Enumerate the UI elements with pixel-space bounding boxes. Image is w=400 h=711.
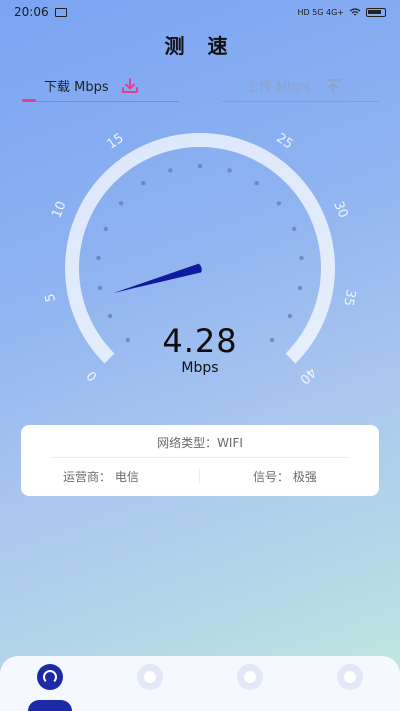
gauge-needle	[113, 263, 202, 293]
gauge-tick-dot	[97, 285, 103, 291]
gauge-needle-pointer	[113, 263, 202, 293]
nav-active-indicator	[28, 700, 72, 711]
page-title: 测 速	[164, 34, 236, 58]
gauge-tick-label: 5	[43, 292, 59, 303]
gauge-tick-dot	[299, 255, 304, 261]
gauge-tick-dot	[141, 180, 146, 186]
gauge-tick-label: 25	[273, 131, 295, 153]
tab-indicator	[22, 99, 36, 102]
gauge-tick-dot	[107, 313, 113, 319]
upload-icon	[324, 78, 341, 94]
info-vertical-divider	[199, 469, 200, 483]
gauge-tick-dot	[103, 226, 108, 232]
gauge-tick-label: 35	[340, 288, 358, 307]
status-left: 20:06	[14, 5, 67, 19]
status-time: 20:06	[14, 5, 49, 19]
mail-icon	[54, 7, 67, 17]
tab-download[interactable]: 下载 Mbps	[22, 70, 179, 102]
speed-unit: Mbps	[181, 360, 219, 376]
nav-profile[interactable]	[337, 664, 363, 690]
gauge-tick-dot	[168, 168, 173, 173]
tab-upload[interactable]: 上传 Mbps	[222, 70, 379, 102]
speed-value: 4.28	[162, 322, 238, 360]
signal-info: 信号： 极强	[253, 470, 317, 484]
network-indicators: HD 5G 4G+	[297, 7, 344, 17]
gauge-tick-dot	[276, 201, 282, 206]
gauge-tick-label: 30	[330, 199, 350, 220]
download-icon	[121, 77, 138, 93]
gauge-tick-dot	[197, 163, 203, 169]
gauge-tick-dot	[118, 201, 124, 206]
info-divider	[51, 457, 349, 458]
network-info-card: 网络类型：WIFI 运营商： 电信 信号： 极强	[21, 425, 379, 496]
tab-upload-label: 上传 Mbps	[246, 80, 311, 95]
gauge-tick-dot	[287, 313, 293, 319]
gauge-tick-dot	[227, 168, 232, 173]
carrier-info: 运营商： 电信	[63, 470, 139, 484]
gauge-tick-dot	[254, 180, 259, 186]
gauge-tick-dot	[292, 226, 297, 232]
nav-toolbox[interactable]	[137, 664, 163, 690]
tab-download-label: 下载 Mbps	[44, 80, 109, 95]
nav-apps[interactable]	[237, 664, 263, 690]
wifi-icon	[349, 7, 361, 15]
network-type: 网络类型：WIFI	[157, 436, 243, 450]
gauge-tick-label: 10	[49, 199, 69, 220]
status-right: HD 5G 4G+	[297, 7, 386, 17]
gauge-tick-label: 15	[105, 131, 127, 153]
gauge-tick-dot	[96, 255, 101, 261]
nav-speed-test[interactable]	[37, 664, 63, 690]
battery-icon	[366, 7, 386, 17]
gauge-tick-dot	[297, 285, 303, 291]
status-bar: 20:06 HD 5G 4G+	[0, 0, 400, 24]
